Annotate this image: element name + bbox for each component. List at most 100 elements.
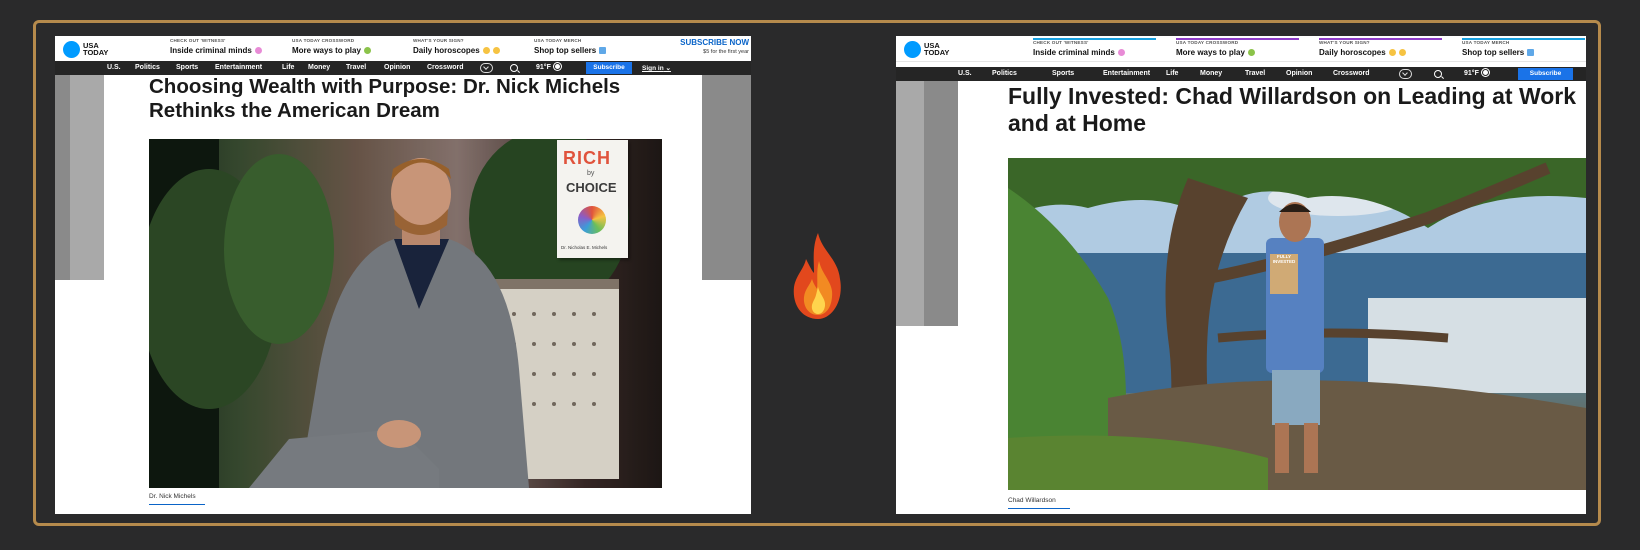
nav-politics[interactable]: Politics bbox=[135, 64, 160, 71]
promo-kicker: CHECK OUT 'WITNESS' bbox=[170, 38, 226, 43]
subscribe-offer: $5 for the first year bbox=[703, 49, 749, 55]
nav-opinion[interactable]: Opinion bbox=[1286, 70, 1312, 77]
top-promo-bar: USA TODAY CHECK OUT 'WITNESS' Inside cri… bbox=[55, 36, 751, 62]
shopping-bag-icon bbox=[599, 47, 607, 54]
nav-money[interactable]: Money bbox=[308, 64, 330, 71]
book-wheel-icon bbox=[578, 206, 606, 234]
puzzle-icon bbox=[363, 47, 371, 54]
usa-today-logo[interactable]: USA TODAY bbox=[63, 40, 111, 58]
promo-text: Daily horoscopes bbox=[413, 46, 480, 55]
nav-life[interactable]: Life bbox=[1166, 70, 1178, 77]
main-nav: U.S. Politics Sports Entertainment Life … bbox=[55, 61, 751, 75]
promo-text: Inside criminal minds bbox=[170, 46, 252, 55]
subscribe-button[interactable]: Subscribe bbox=[586, 62, 632, 74]
nav-sports[interactable]: Sports bbox=[176, 64, 198, 71]
sign-in-link[interactable]: Sign in ⌄ bbox=[642, 64, 671, 72]
promo-kicker: CHECK OUT 'WITNESS' bbox=[1033, 40, 1089, 45]
promo-witness[interactable]: CHECK OUT 'WITNESS' Inside criminal mind… bbox=[1033, 38, 1156, 62]
nav-entertainment[interactable]: Entertainment bbox=[215, 64, 262, 71]
weather-temp: 91°F bbox=[1464, 70, 1479, 77]
more-chevron-icon[interactable] bbox=[1399, 69, 1412, 79]
logo-circle-icon bbox=[904, 40, 921, 58]
book-cover-rich-by-choice: RICH by CHOICE Dr. Nicholas E. Michels bbox=[557, 140, 628, 258]
book-title-choice: CHOICE bbox=[566, 180, 617, 195]
promo-text: More ways to play bbox=[1176, 48, 1245, 57]
article-photo: FULLY INVESTED bbox=[1008, 158, 1586, 490]
more-chevron-icon[interactable] bbox=[480, 63, 493, 73]
book-title-invested: INVESTED bbox=[1272, 259, 1296, 264]
article-screenshot-right: USA TODAY CHECK OUT 'WITNESS' Inside cri… bbox=[896, 36, 1586, 514]
book-title-by: by bbox=[587, 170, 595, 177]
promo-witness[interactable]: CHECK OUT 'WITNESS' Inside criminal mind… bbox=[170, 38, 262, 60]
nav-politics[interactable]: Politics bbox=[992, 70, 1017, 77]
caption-underline bbox=[149, 504, 205, 505]
weather-widget[interactable]: 91°F bbox=[1464, 70, 1488, 77]
promo-merch[interactable]: USA TODAY MERCH Shop top sellers bbox=[1462, 38, 1585, 62]
nav-travel[interactable]: Travel bbox=[1245, 70, 1265, 77]
nav-entertainment[interactable]: Entertainment bbox=[1103, 70, 1150, 77]
article-headline: Fully Invested: Chad Willardson on Leadi… bbox=[1008, 83, 1577, 137]
promo-crossword[interactable]: USA TODAY CROSSWORD More ways to play bbox=[1176, 38, 1299, 62]
promo-crossword[interactable]: USA TODAY CROSSWORD More ways to play bbox=[292, 38, 371, 60]
book-cover-fully-invested: FULLY INVESTED bbox=[1270, 254, 1298, 264]
ad-gutter-right bbox=[702, 75, 751, 280]
nav-us[interactable]: U.S. bbox=[107, 64, 121, 71]
nav-opinion[interactable]: Opinion bbox=[384, 64, 410, 71]
promo-text: Shop top sellers bbox=[534, 46, 597, 55]
search-icon[interactable] bbox=[510, 64, 518, 72]
star-icon bbox=[492, 47, 500, 54]
subscribe-button[interactable]: Subscribe bbox=[1518, 68, 1573, 80]
brain-icon bbox=[254, 47, 262, 54]
logo-text: USA TODAY bbox=[924, 41, 950, 57]
logo-text: USA TODAY bbox=[83, 41, 109, 57]
caption-underline bbox=[1008, 508, 1070, 509]
book-title-rich: RICH bbox=[563, 148, 611, 168]
nav-travel[interactable]: Travel bbox=[346, 64, 366, 71]
promo-text: Shop top sellers bbox=[1462, 48, 1525, 57]
nav-us[interactable]: U.S. bbox=[958, 70, 972, 77]
moon-icon bbox=[1388, 49, 1396, 56]
sign-in-label: Sign in bbox=[642, 65, 664, 72]
sun-icon bbox=[1482, 70, 1488, 75]
usa-today-logo[interactable]: USA TODAY bbox=[904, 40, 952, 58]
nav-life[interactable]: Life bbox=[282, 64, 294, 71]
ad-gutter-left-inner bbox=[70, 75, 104, 280]
promo-text: Daily horoscopes bbox=[1319, 48, 1386, 57]
promo-kicker: WHAT'S YOUR SIGN? bbox=[1319, 40, 1370, 45]
top-promo-bar: USA TODAY CHECK OUT 'WITNESS' Inside cri… bbox=[896, 36, 1586, 62]
sun-icon bbox=[554, 64, 560, 69]
article-headline: Choosing Wealth with Purpose: Dr. Nick M… bbox=[149, 75, 621, 123]
promo-kicker: USA TODAY CROSSWORD bbox=[292, 38, 355, 43]
shopping-bag-icon bbox=[1527, 49, 1535, 56]
puzzle-icon bbox=[1247, 49, 1255, 56]
promo-merch[interactable]: USA TODAY MERCH Shop top sellers bbox=[534, 38, 607, 60]
fire-icon bbox=[793, 233, 841, 319]
promo-kicker: USA TODAY MERCH bbox=[534, 38, 582, 43]
moon-icon bbox=[482, 47, 490, 54]
logo-circle-icon bbox=[63, 40, 80, 58]
promo-kicker: WHAT'S YOUR SIGN? bbox=[413, 38, 464, 43]
article-screenshot-left: USA TODAY CHECK OUT 'WITNESS' Inside cri… bbox=[55, 36, 751, 514]
weather-temp: 91°F bbox=[536, 64, 551, 71]
promo-horoscopes[interactable]: WHAT'S YOUR SIGN? Daily horoscopes bbox=[1319, 38, 1442, 62]
nav-crossword[interactable]: Crossword bbox=[1333, 70, 1370, 77]
photo-caption: Dr. Nick Michels bbox=[149, 493, 196, 500]
weather-widget[interactable]: 91°F bbox=[536, 64, 560, 71]
main-nav: U.S. Politics Sports Entertainment Life … bbox=[896, 67, 1586, 81]
promo-horoscopes[interactable]: WHAT'S YOUR SIGN? Daily horoscopes bbox=[413, 38, 500, 60]
search-icon[interactable] bbox=[1434, 70, 1442, 78]
photo-chad-willardson bbox=[1008, 158, 1586, 490]
book-author: Dr. Nicholas E. Michels bbox=[561, 245, 608, 250]
promo-text: More ways to play bbox=[292, 46, 361, 55]
nav-sports[interactable]: Sports bbox=[1052, 70, 1074, 77]
subscribe-now-promo[interactable]: SUBSCRIBE NOW $5 for the first year bbox=[680, 38, 749, 55]
star-icon bbox=[1398, 49, 1406, 56]
nav-crossword[interactable]: Crossword bbox=[427, 64, 464, 71]
promo-text: Inside criminal minds bbox=[1033, 48, 1115, 57]
brain-icon bbox=[1117, 49, 1125, 56]
nav-money[interactable]: Money bbox=[1200, 70, 1222, 77]
promo-kicker: USA TODAY CROSSWORD bbox=[1176, 40, 1239, 45]
article-photo: RICH by CHOICE Dr. Nicholas E. Michels bbox=[149, 139, 662, 488]
subscribe-now-label: SUBSCRIBE NOW bbox=[680, 38, 749, 47]
photo-caption: Chad Willardson bbox=[1008, 497, 1056, 504]
